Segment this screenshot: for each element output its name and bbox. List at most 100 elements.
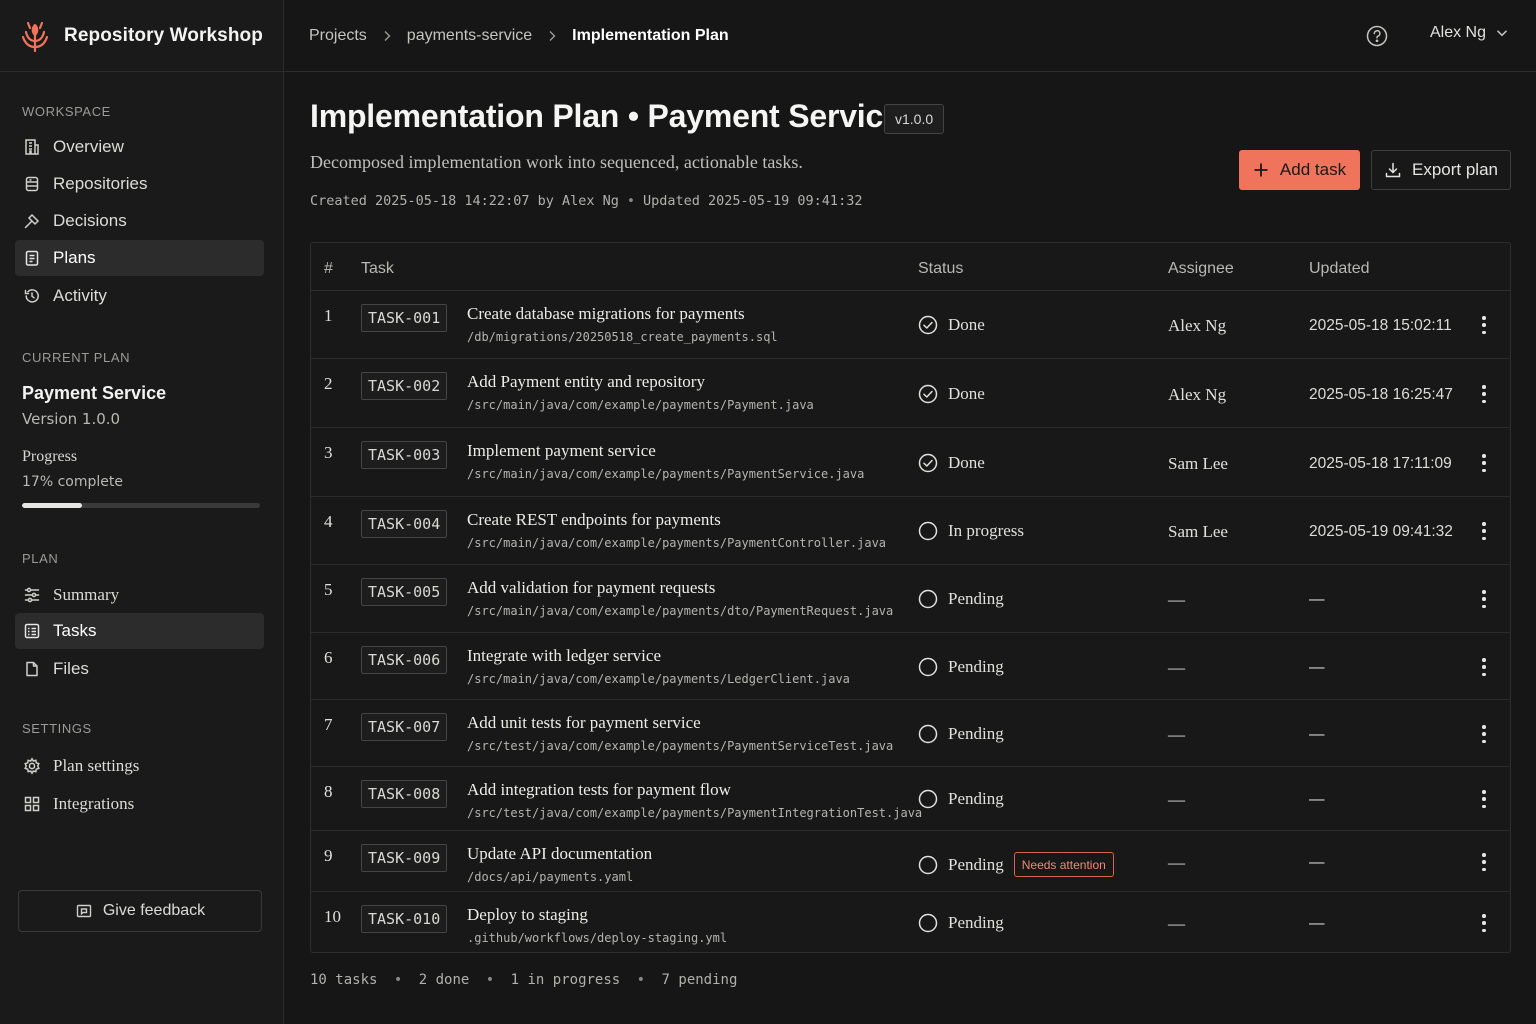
tasks-table: # Task Status Assignee Updated 1 TASK-001…	[310, 242, 1511, 953]
sidebar-item-overview[interactable]: Overview	[15, 129, 264, 165]
table-row[interactable]: 10 TASK-010 Deploy to staging .github/workf…	[311, 892, 1510, 953]
user-menu[interactable]: Alex Ng	[1430, 24, 1508, 42]
building-icon	[23, 138, 41, 156]
sidebar-item-plans[interactable]: Plans	[15, 240, 264, 276]
sidebar-item-repositories[interactable]: Repositories	[15, 166, 264, 202]
chevron-right-icon	[382, 30, 392, 42]
row-number: 7	[324, 715, 333, 734]
sidebar-item-label: Repositories	[53, 174, 148, 193]
help-icon[interactable]	[1366, 25, 1388, 47]
breadcrumb-repository[interactable]: payments-service	[407, 27, 532, 45]
add-task-button[interactable]: Add task	[1239, 150, 1360, 190]
row-menu-icon[interactable]	[1476, 454, 1492, 472]
task-updated: 2025-05-18 17:11:09	[1309, 455, 1452, 472]
sidebar-item-integrations[interactable]: Integrations	[15, 786, 264, 822]
row-number: 1	[324, 306, 333, 325]
task-status: Pending	[918, 657, 1004, 677]
status-label: Pending	[948, 589, 1004, 608]
sidebar: Repository Workshop WORKSPACE Overview R…	[0, 0, 284, 1024]
row-menu-icon[interactable]	[1476, 316, 1492, 334]
row-menu-icon[interactable]	[1476, 853, 1492, 871]
history-icon	[23, 287, 41, 305]
sidebar-item-decisions[interactable]: Decisions	[15, 203, 264, 239]
task-updated: —	[1309, 726, 1325, 743]
task-updated: —	[1309, 659, 1325, 676]
task-title[interactable]: Create database migrations for payments	[467, 304, 745, 324]
table-row[interactable]: 5 TASK-005 Add validation for payment requ…	[311, 565, 1510, 633]
top-bar: Projects payments-service Implementation…	[284, 0, 1536, 72]
progress-bar	[22, 503, 260, 508]
row-menu-icon[interactable]	[1476, 914, 1492, 932]
table-row[interactable]: 6 TASK-006 Integrate with ledger service/s…	[311, 633, 1510, 700]
give-feedback-button[interactable]: Give feedback	[18, 890, 262, 932]
circle-icon	[918, 521, 938, 541]
check-circle-icon	[918, 384, 938, 404]
task-status: Pending	[918, 789, 1004, 809]
table-row[interactable]: 1 TASK-001 Create database migrations for …	[311, 291, 1510, 359]
sidebar-item-label: Integrations	[53, 794, 135, 813]
row-menu-icon[interactable]	[1476, 590, 1492, 608]
sidebar-item-label: Summary	[53, 585, 120, 604]
summary-in-progress: 1 in progress	[510, 972, 621, 988]
summary-done: 2 done	[418, 972, 470, 988]
version-badge: v1.0.0	[884, 104, 945, 134]
task-title[interactable]: Update API documentation	[467, 844, 652, 864]
current-plan-section-label: CURRENT PLAN	[22, 350, 131, 365]
export-plan-button[interactable]: Export plan	[1371, 150, 1511, 190]
task-file-path: /docs/api/payments.yaml	[467, 870, 634, 884]
circle-icon	[918, 589, 938, 609]
task-id-badge: TASK-010	[361, 905, 448, 933]
sidebar-item-summary[interactable]: Summary	[15, 577, 264, 613]
table-row[interactable]: 8 TASK-008 Add integration tests for payme…	[311, 767, 1510, 831]
task-title[interactable]: Add validation for payment requests	[467, 578, 715, 598]
separator-dot: •	[485, 972, 495, 988]
table-row[interactable]: 7 TASK-007 Add unit tests for payment serv…	[311, 700, 1510, 767]
column-header-status: Status	[918, 260, 964, 277]
row-menu-icon[interactable]	[1476, 658, 1492, 676]
row-menu-icon[interactable]	[1476, 385, 1492, 403]
task-assignee: —	[1168, 658, 1185, 677]
progress-text: 17% complete	[22, 474, 123, 490]
status-label: Done	[948, 315, 985, 334]
row-menu-icon[interactable]	[1476, 790, 1492, 808]
task-status: Pending	[918, 724, 1004, 744]
task-title[interactable]: Integrate with ledger service	[467, 646, 661, 666]
task-status: Done	[918, 453, 985, 473]
task-title[interactable]: Implement payment service	[467, 441, 656, 461]
task-title[interactable]: Add unit tests for payment service	[467, 713, 701, 733]
chevron-down-icon	[1496, 27, 1508, 39]
table-row[interactable]: 9 TASK-009 Update API documentation/docs/a…	[311, 831, 1510, 892]
brand[interactable]: Repository Workshop	[0, 0, 283, 72]
table-row[interactable]: 4 TASK-004 Create REST endpoints for payme…	[311, 497, 1510, 565]
separator-dot: •	[393, 972, 403, 988]
task-title[interactable]: Create REST endpoints for payments	[467, 510, 721, 530]
task-title[interactable]: Deploy to staging	[467, 905, 588, 925]
row-menu-icon[interactable]	[1476, 522, 1492, 540]
sidebar-item-label: Overview	[53, 137, 124, 156]
task-title[interactable]: Add Payment entity and repository	[467, 372, 705, 392]
table-row[interactable]: 2 TASK-002 Add Payment entity and reposito…	[311, 359, 1510, 428]
task-title[interactable]: Add integration tests for payment flow	[467, 780, 731, 800]
task-updated: —	[1309, 791, 1325, 808]
task-updated: —	[1309, 591, 1325, 608]
task-assignee: —	[1168, 914, 1185, 933]
task-file-path: .github/workflows/deploy-staging.yml	[467, 931, 728, 945]
table-row[interactable]: 3 TASK-003 Implement payment service/src/m…	[311, 428, 1510, 497]
row-number: 3	[324, 443, 333, 462]
task-updated: —	[1309, 854, 1325, 871]
circle-icon	[918, 855, 938, 875]
task-updated: 2025-05-18 15:02:11	[1309, 317, 1452, 334]
row-menu-icon[interactable]	[1476, 725, 1492, 743]
task-id-badge: TASK-005	[361, 578, 448, 606]
add-task-label: Add task	[1279, 160, 1347, 179]
breadcrumb-projects[interactable]: Projects	[309, 27, 367, 45]
give-feedback-label: Give feedback	[102, 902, 206, 919]
sidebar-item-activity[interactable]: Activity	[15, 278, 264, 314]
gavel-icon	[23, 212, 41, 230]
status-label: Pending	[948, 854, 1004, 874]
task-updated: 2025-05-19 09:41:32	[1309, 523, 1453, 540]
sidebar-item-files[interactable]: Files	[15, 651, 264, 687]
grid-icon	[23, 795, 41, 813]
sidebar-item-plan-settings[interactable]: Plan settings	[15, 748, 264, 784]
sidebar-item-tasks[interactable]: Tasks	[15, 613, 264, 649]
